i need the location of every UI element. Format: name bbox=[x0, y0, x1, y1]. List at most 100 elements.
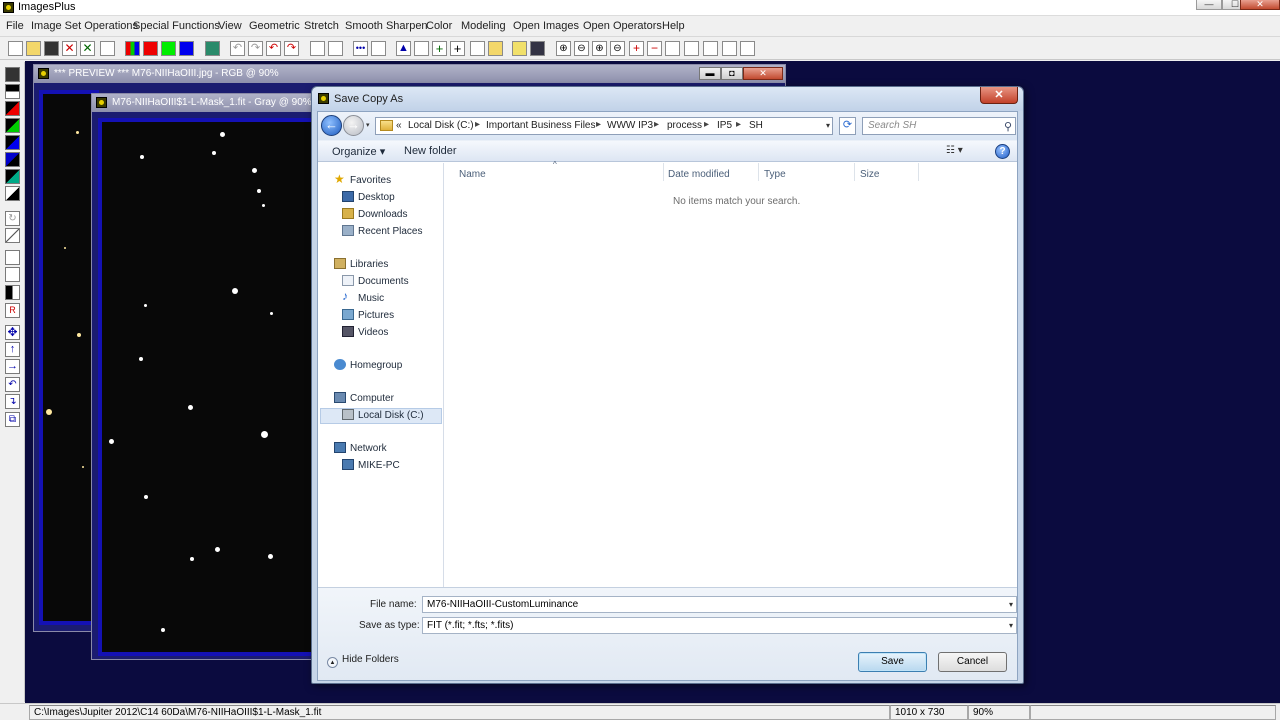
breadcrumb-local-disk[interactable]: Local Disk (C:) bbox=[408, 120, 474, 131]
breadcrumb-ip5[interactable]: IP5 bbox=[717, 120, 732, 131]
frame-4-icon[interactable] bbox=[722, 41, 737, 56]
column-divider[interactable] bbox=[918, 163, 919, 181]
menu-geometric[interactable]: Geometric bbox=[249, 20, 300, 32]
folder-image-icon[interactable] bbox=[488, 41, 503, 56]
red-channel-icon[interactable] bbox=[143, 41, 158, 56]
green-balance-icon[interactable] bbox=[5, 118, 20, 133]
dotted-line-icon[interactable]: ••• bbox=[353, 41, 368, 56]
nav-mike-pc[interactable]: MIKE-PC bbox=[358, 460, 400, 471]
file-name-dropdown-icon[interactable]: ▾ bbox=[1009, 600, 1013, 609]
open-folder-icon[interactable] bbox=[26, 41, 41, 56]
zoom-out-icon[interactable]: ⊖ bbox=[574, 41, 589, 56]
nav-videos[interactable]: Videos bbox=[358, 327, 388, 338]
dialog-title-bar[interactable]: Save Copy As ✕ bbox=[312, 87, 1023, 111]
dialog-close-button[interactable]: ✕ bbox=[980, 87, 1018, 104]
save-type-select[interactable]: FIT (*.fit; *.fts; *.fits) ▾ bbox=[422, 617, 1017, 634]
breadcrumb-separator-icon[interactable]: ▸ bbox=[736, 119, 741, 130]
table-icon[interactable] bbox=[530, 41, 545, 56]
red-balance-icon[interactable] bbox=[5, 101, 20, 116]
histogram-icon[interactable]: ▲ bbox=[396, 41, 411, 56]
stop-record-icon[interactable] bbox=[328, 41, 343, 56]
copy-icon[interactable] bbox=[100, 41, 115, 56]
menu-open-operators[interactable]: Open Operators bbox=[583, 20, 662, 32]
flip-icon[interactable]: ⧉ bbox=[5, 412, 20, 427]
breadcrumb-sh[interactable]: SH bbox=[749, 120, 763, 131]
menu-special-functions[interactable]: Special Functions bbox=[133, 20, 220, 32]
column-divider[interactable] bbox=[663, 163, 664, 181]
column-divider[interactable] bbox=[854, 163, 855, 181]
curve-icon[interactable] bbox=[414, 41, 429, 56]
minus-square-icon[interactable]: − bbox=[647, 41, 662, 56]
zoom-in-icon[interactable]: ⊕ bbox=[556, 41, 571, 56]
menu-stretch[interactable]: Stretch bbox=[304, 20, 339, 32]
slash-icon[interactable] bbox=[5, 228, 20, 243]
menu-file[interactable]: File bbox=[6, 20, 24, 32]
undo-icon[interactable]: ↶ bbox=[266, 41, 281, 56]
back-button[interactable]: ← bbox=[321, 115, 342, 136]
blue-channel-icon[interactable] bbox=[179, 41, 194, 56]
mask-image[interactable] bbox=[98, 118, 317, 656]
breadcrumb-process[interactable]: process bbox=[667, 120, 702, 131]
preview-minimize-button[interactable]: ▬ bbox=[699, 67, 721, 80]
frame-2-icon[interactable] bbox=[684, 41, 699, 56]
green-channel-icon[interactable] bbox=[161, 41, 176, 56]
address-dropdown-icon[interactable]: ▾ bbox=[826, 121, 830, 130]
redo-gray-icon[interactable]: ↷ bbox=[248, 41, 263, 56]
arrow-up-icon[interactable]: ↑ bbox=[5, 342, 20, 357]
nav-libraries[interactable]: Libraries bbox=[350, 259, 388, 270]
contrast-icon[interactable] bbox=[5, 186, 20, 201]
cancel-button[interactable]: Cancel bbox=[938, 652, 1007, 672]
nav-music[interactable]: Music bbox=[358, 293, 384, 304]
selection-icon[interactable] bbox=[371, 41, 386, 56]
change-view-button[interactable]: ☷ ▾ bbox=[946, 145, 976, 159]
blue-balance-icon[interactable] bbox=[5, 135, 20, 150]
close-image-icon[interactable]: ✕ bbox=[62, 41, 77, 56]
breadcrumb-separator-icon[interactable]: ▸ bbox=[704, 119, 709, 130]
record-icon[interactable] bbox=[310, 41, 325, 56]
mask-window[interactable]: M76-NIIHaOIII$1-L-Mask_1.fit - Gray @ 90… bbox=[91, 93, 317, 660]
new-file-icon[interactable] bbox=[8, 41, 23, 56]
search-input[interactable]: Search SH ⚲ bbox=[862, 117, 1016, 135]
column-type[interactable]: Type bbox=[764, 169, 786, 180]
rgb-channels-icon[interactable] bbox=[125, 41, 140, 56]
column-name[interactable]: Name bbox=[459, 169, 486, 180]
file-name-field[interactable]: M76-NIIHaOIII-CustomLuminance ▾ bbox=[422, 596, 1017, 613]
crop-box-icon[interactable] bbox=[5, 250, 20, 265]
arrow-right-icon[interactable]: → bbox=[5, 359, 20, 374]
black-point-icon[interactable] bbox=[5, 84, 20, 99]
preview-image[interactable] bbox=[39, 90, 99, 625]
plus-square-icon[interactable]: + bbox=[629, 41, 644, 56]
nav-favorites[interactable]: Favorites bbox=[350, 175, 391, 186]
minimize-button[interactable]: — bbox=[1196, 0, 1222, 10]
pencil-icon[interactable] bbox=[512, 41, 527, 56]
close-all-icon[interactable]: ✕ bbox=[80, 41, 95, 56]
crosshair-icon[interactable]: + bbox=[450, 41, 465, 56]
channel-mix-icon[interactable] bbox=[5, 152, 20, 167]
breadcrumb-www-ip3[interactable]: WWW IP3 bbox=[607, 120, 653, 131]
menu-open-images[interactable]: Open Images bbox=[513, 20, 579, 32]
menu-color[interactable]: Color bbox=[426, 20, 452, 32]
menu-modeling[interactable]: Modeling bbox=[461, 20, 506, 32]
add-icon[interactable]: + bbox=[432, 41, 447, 56]
nav-downloads[interactable]: Downloads bbox=[358, 209, 407, 220]
rotate-icon[interactable]: ↻ bbox=[5, 211, 20, 226]
nav-pictures[interactable]: Pictures bbox=[358, 310, 394, 321]
save-disk-icon[interactable] bbox=[44, 41, 59, 56]
preview-close-button[interactable]: ✕ bbox=[743, 67, 783, 80]
forward-button[interactable]: → bbox=[343, 115, 364, 136]
address-bar[interactable]: « Local Disk (C:) ▸ Important Business F… bbox=[375, 117, 833, 135]
search-icon[interactable]: ⚲ bbox=[1004, 120, 1012, 133]
undo-gray-icon[interactable]: ↶ bbox=[230, 41, 245, 56]
mask-window-title-bar[interactable]: M76-NIIHaOIII$1-L-Mask_1.fit - Gray @ 90… bbox=[92, 94, 315, 112]
menu-smooth-sharpen[interactable]: Smooth Sharpen bbox=[345, 20, 428, 32]
hide-folders-button[interactable]: ▲ Hide Folders bbox=[327, 654, 399, 668]
preview-maximize-button[interactable]: ◘ bbox=[721, 67, 743, 80]
bars-icon[interactable] bbox=[5, 267, 20, 282]
nav-documents[interactable]: Documents bbox=[358, 276, 409, 287]
breadcrumb-overflow[interactable]: « bbox=[396, 120, 402, 131]
column-size[interactable]: Size bbox=[860, 169, 879, 180]
refresh-button[interactable]: ⟳ bbox=[839, 117, 856, 135]
organize-button[interactable]: Organize ▾ bbox=[332, 145, 385, 158]
preview-window-title-bar[interactable]: *** PREVIEW *** M76-NIIHaOIII.jpg - RGB … bbox=[34, 65, 785, 83]
help-button[interactable]: ? bbox=[995, 144, 1010, 159]
